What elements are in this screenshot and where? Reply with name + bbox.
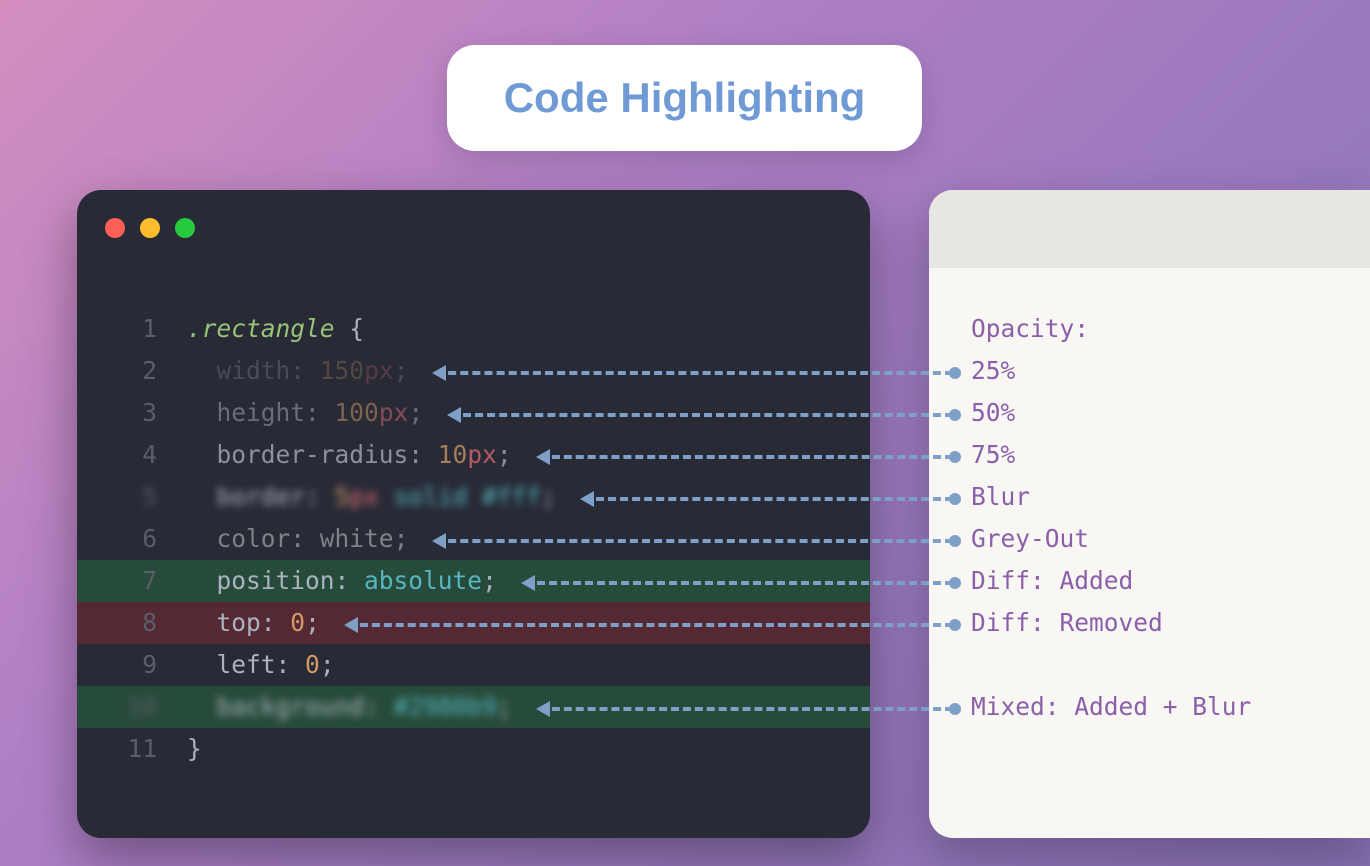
arrow-connector — [436, 539, 953, 543]
notes-header — [929, 190, 1370, 268]
code-text: border: 5px solid #fff; — [187, 476, 556, 518]
code-text: color: white; — [187, 518, 408, 560]
line-number: 6 — [77, 518, 157, 560]
code-text: background: #2980b9; — [187, 686, 512, 728]
arrow-connector — [348, 623, 953, 627]
note-label: Blur — [971, 476, 1030, 518]
close-icon[interactable] — [105, 218, 125, 238]
line-number: 9 — [77, 644, 157, 686]
page-title: Code Highlighting — [504, 74, 866, 122]
line-number: 3 — [77, 392, 157, 434]
line-number: 4 — [77, 434, 157, 476]
line-number: 10 — [77, 686, 157, 728]
arrow-connector — [540, 707, 953, 711]
minimize-icon[interactable] — [140, 218, 160, 238]
code-line: 1 .rectangle { — [77, 308, 870, 350]
code-line: 11} — [77, 728, 870, 770]
arrow-connector — [525, 581, 953, 585]
arrow-connector — [540, 455, 953, 459]
line-number: 5 — [77, 476, 157, 518]
note-label: Mixed: Added + Blur — [971, 686, 1251, 728]
arrow-connector — [451, 413, 953, 417]
code-text: width: 150px; — [187, 350, 408, 392]
window-controls — [105, 218, 195, 238]
code-text: border-radius: 10px; — [187, 434, 512, 476]
line-number: 11 — [77, 728, 157, 770]
maximize-icon[interactable] — [175, 218, 195, 238]
arrow-connector — [436, 371, 953, 375]
line-number: 7 — [77, 560, 157, 602]
code-text: height: 100px; — [187, 392, 423, 434]
code-text: .rectangle { — [187, 308, 364, 350]
line-number: 2 — [77, 350, 157, 392]
notes-panel: Opacity:25%50%75%BlurGrey-OutDiff: Added… — [929, 190, 1370, 838]
note-label: Diff: Added — [971, 560, 1133, 602]
code-line: 9 left: 0; — [77, 644, 870, 686]
line-number: 8 — [77, 602, 157, 644]
note-label: Grey-Out — [971, 518, 1089, 560]
note-label: 75% — [971, 434, 1015, 476]
notes-heading: Opacity: — [971, 308, 1089, 350]
note-label: 25% — [971, 350, 1015, 392]
note-label: Diff: Removed — [971, 602, 1163, 644]
code-text: left: 0; — [187, 644, 335, 686]
title-card: Code Highlighting — [447, 45, 922, 151]
code-text: position: absolute; — [187, 560, 497, 602]
line-number: 1 — [77, 308, 157, 350]
code-text: top: 0; — [187, 602, 320, 644]
arrow-connector — [584, 497, 953, 501]
editor-window: 1 .rectangle { 2 width: 150px; 3 height: 10… — [77, 190, 870, 838]
note-label: 50% — [971, 392, 1015, 434]
code-text: } — [187, 728, 202, 770]
